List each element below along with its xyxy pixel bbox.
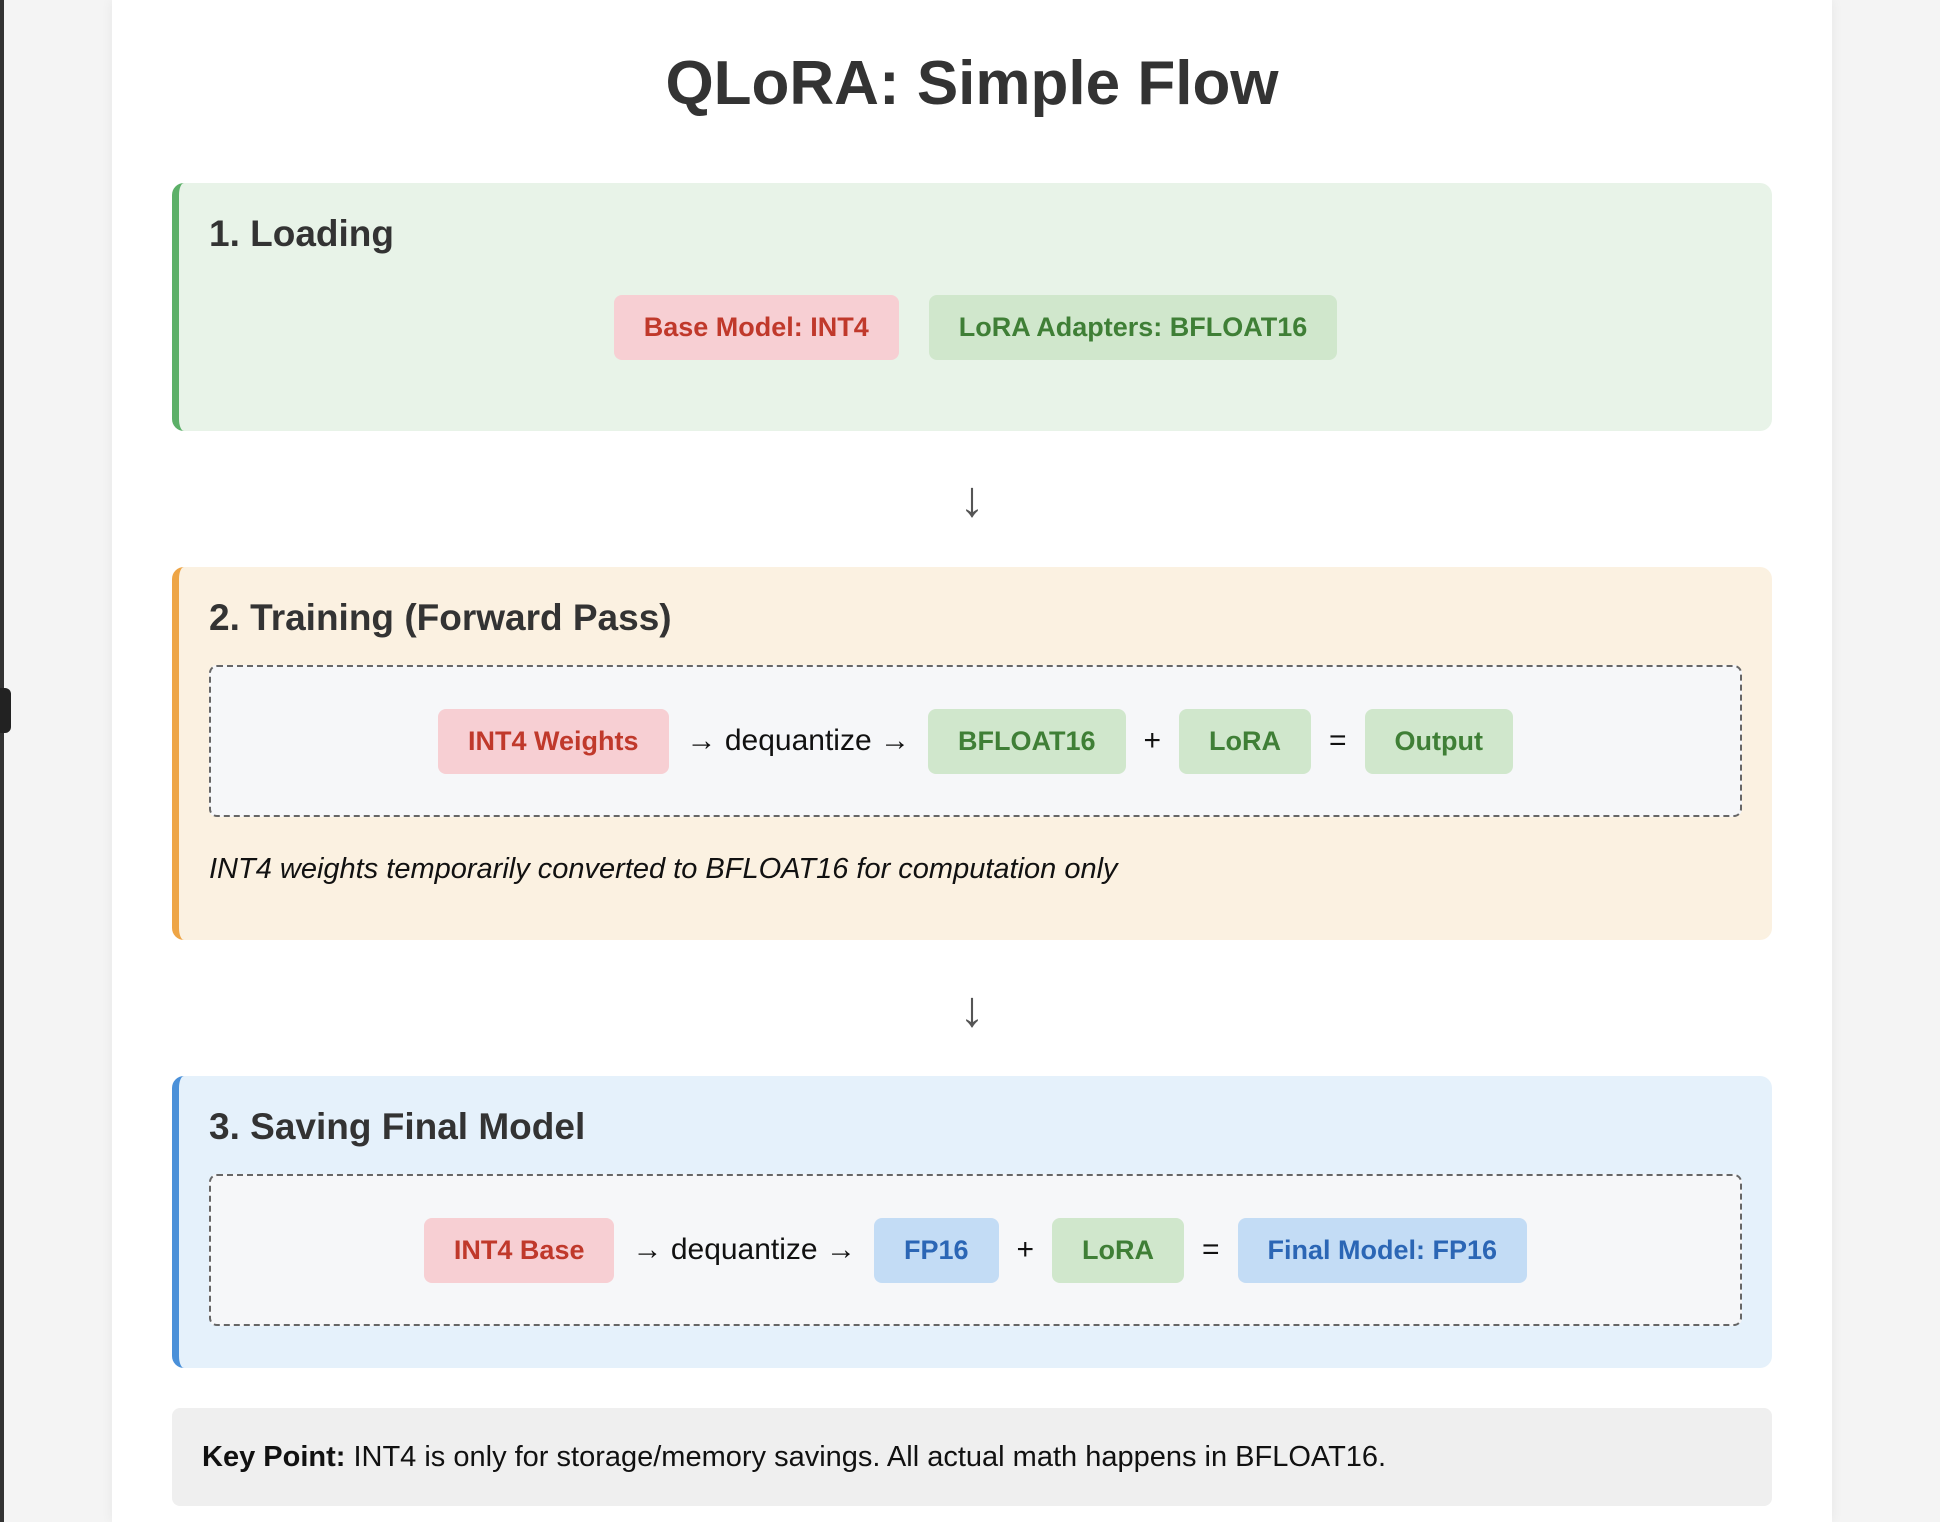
output-tag: Output	[1364, 708, 1514, 774]
lora-tag: LoRA	[1052, 1217, 1185, 1283]
section-heading: 1. Loading	[209, 213, 394, 254]
key-point-box: Key Point: INT4 is only for storage/memo…	[172, 1408, 1772, 1506]
section-heading: 2. Training (Forward Pass)	[209, 597, 672, 638]
int4-weights-tag: INT4 Weights	[437, 708, 669, 774]
section-heading: 3. Saving Final Model	[209, 1106, 586, 1147]
int4-base-tag: INT4 Base	[423, 1217, 615, 1283]
section-saving: 3. Saving Final Model INT4 Base → dequan…	[172, 1076, 1772, 1368]
saving-flow-box: INT4 Base → dequantize → FP16 + LoRA = F…	[209, 1174, 1742, 1326]
lora-tag: LoRA	[1179, 708, 1312, 774]
training-note: INT4 weights temporarily converted to BF…	[209, 853, 1118, 885]
section-loading: 1. Loading Base Model: INT4 LoRA Adapter…	[172, 183, 1772, 431]
key-point-label: Key Point:	[202, 1441, 346, 1473]
page-title: QLoRA: Simple Flow	[665, 49, 1279, 118]
equals-operator: =	[1329, 724, 1347, 757]
down-arrow-icon: ↓	[959, 981, 985, 1037]
base-model-tag: Base Model: INT4	[613, 295, 899, 360]
fp16-tag: FP16	[873, 1217, 999, 1283]
plus-operator: +	[1143, 724, 1162, 757]
bfloat16-tag: BFLOAT16	[927, 708, 1126, 774]
section-training: 2. Training (Forward Pass) INT4 Weights …	[172, 567, 1772, 940]
down-arrow-icon: ↓	[959, 471, 985, 527]
equals-operator: =	[1202, 1233, 1220, 1266]
training-flow-box: INT4 Weights → dequantize → BFLOAT16 + L…	[209, 665, 1742, 817]
lora-adapters-tag: LoRA Adapters: BFLOAT16	[928, 295, 1338, 360]
key-point-text: INT4 is only for storage/memory savings.…	[345, 1441, 1387, 1473]
resize-handle[interactable]	[0, 688, 11, 733]
final-model-tag: Final Model: FP16	[1237, 1217, 1528, 1283]
dequantize-label: → dequantize →	[632, 1233, 856, 1266]
plus-operator: +	[1016, 1233, 1035, 1266]
window-edge	[0, 0, 4, 1522]
dequantize-label: → dequantize →	[686, 724, 910, 757]
content-card: QLoRA: Simple Flow 1. Loading Base Model…	[112, 0, 1832, 1522]
